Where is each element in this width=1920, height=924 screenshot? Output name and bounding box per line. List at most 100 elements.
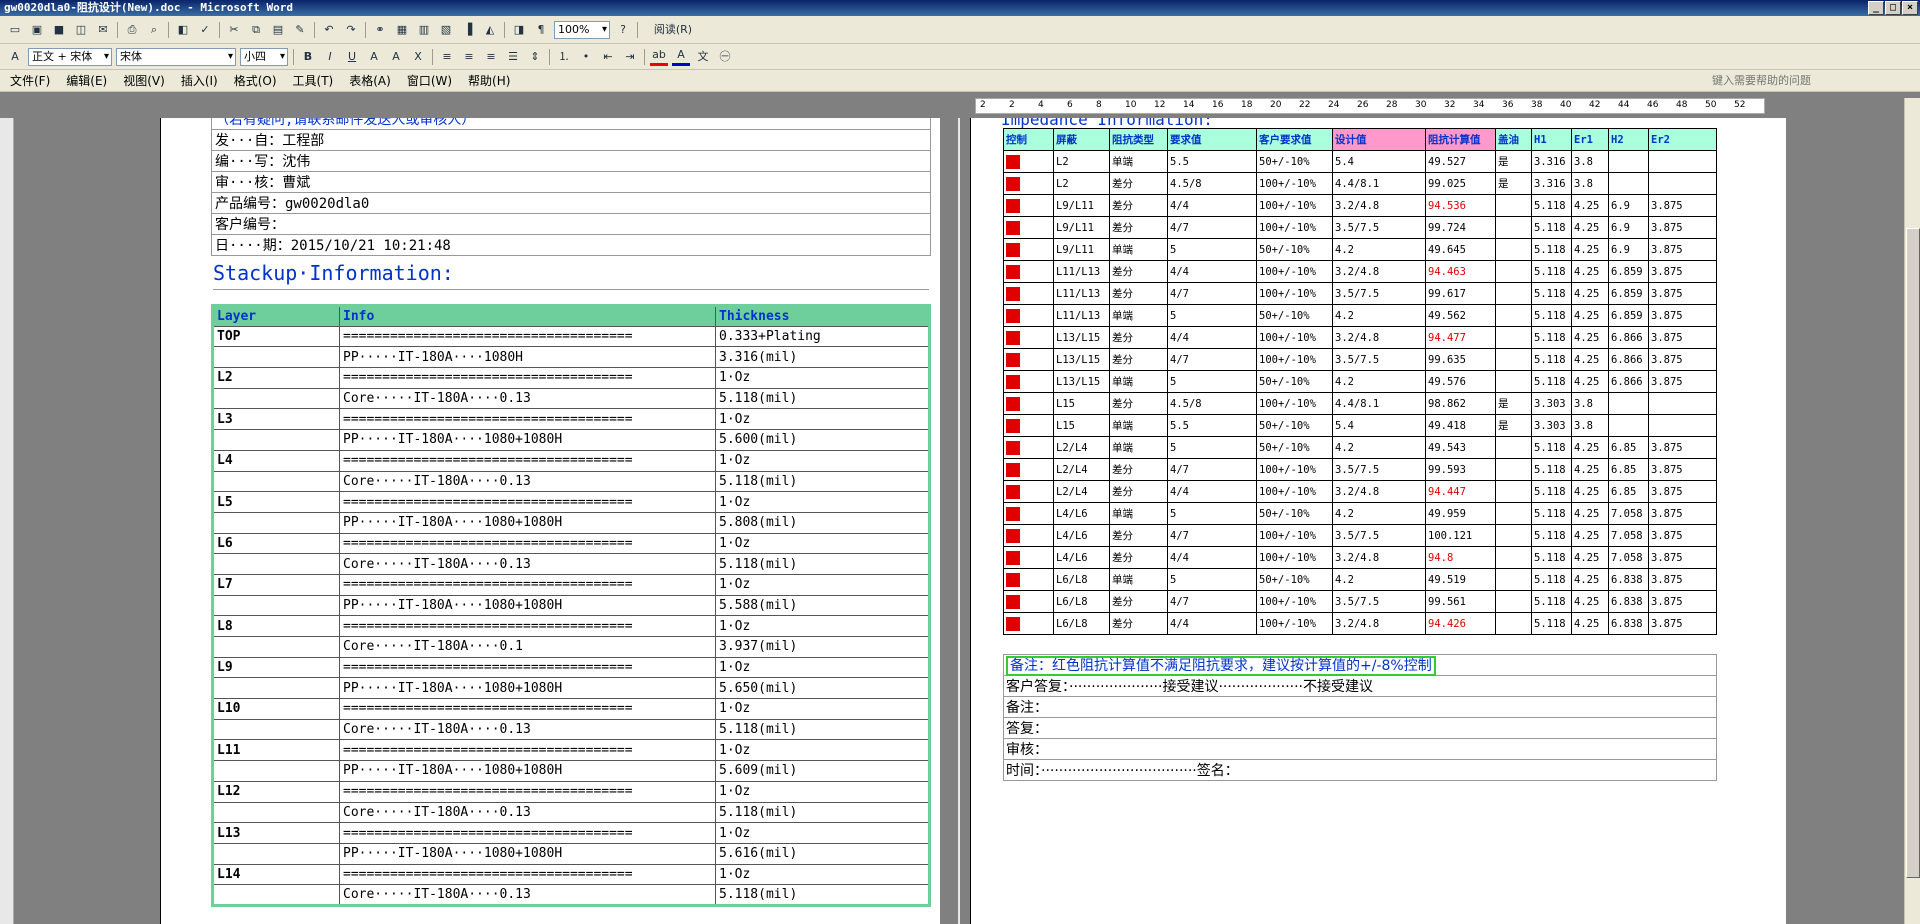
menu-insert[interactable]: 插入(I) [181,72,218,89]
imp-cell: L2/L4 [1053,458,1110,481]
align-left-icon[interactable]: ≡ [438,48,456,66]
bold-icon[interactable]: B [299,48,317,66]
imp-cell: 4.25 [1571,436,1609,459]
italic-icon[interactable]: I [321,48,339,66]
decrease-indent-icon[interactable]: ⇤ [599,48,617,66]
copy-icon[interactable]: ⧉ [247,21,265,39]
phonetic-icon[interactable]: 文 [694,48,712,66]
char-scale-icon[interactable]: X [409,48,427,66]
numbering-icon[interactable]: ⒈ [555,48,573,66]
cut-icon[interactable]: ✂ [225,21,243,39]
close-button[interactable]: × [1902,1,1918,15]
stackup-cell: 5.118(mil) [715,387,930,410]
insert-excel-icon[interactable]: ▧ [437,21,455,39]
menu-table[interactable]: 表格(A) [349,72,391,89]
imp-cell: 4/7 [1167,216,1257,239]
format-painter-icon[interactable]: ✎ [291,21,309,39]
char-border-icon[interactable]: A [365,48,383,66]
style-select[interactable]: 正文 + 宋体 [28,47,112,66]
bullets-icon[interactable]: • [577,48,595,66]
mail-icon[interactable]: ✉ [94,21,112,39]
stackup-cell [212,511,340,534]
paste-icon[interactable]: ▤ [269,21,287,39]
imp-cell: 100+/-10% [1256,524,1333,547]
help-icon[interactable]: ? [614,21,632,39]
minimize-button[interactable]: _ [1868,1,1884,15]
undo-icon[interactable]: ↶ [320,21,338,39]
spelling-icon[interactable]: ✓ [196,21,214,39]
print-icon[interactable]: ⎙ [123,21,141,39]
maximize-button[interactable]: □ [1885,1,1901,15]
imp-header: 控制 [1003,128,1054,151]
menu-help[interactable]: 帮助(H) [468,72,510,89]
distributed-icon[interactable]: ☰ [504,48,522,66]
char-shading-icon[interactable]: A [387,48,405,66]
imp-cell: 3.875 [1648,612,1717,635]
underline-icon[interactable]: U [343,48,361,66]
vertical-scrollbar[interactable] [1904,98,1920,924]
research-icon[interactable]: ◧ [174,21,192,39]
imp-cell: L2/L4 [1053,436,1110,459]
vertical-ruler-left[interactable] [0,118,14,924]
scrollbar-thumb[interactable] [1906,228,1920,878]
menu-tools[interactable]: 工具(T) [293,72,334,89]
line-spacing-icon[interactable]: ⇕ [526,48,544,66]
font-size-select[interactable]: 小四 [240,47,288,66]
imp-cell: 100+/-10% [1256,172,1333,195]
imp-row: L15 差分 4.5/8 100+/-10% 4.4/8.1 98.862 是 3.303 3.… [1003,392,1717,415]
increase-indent-icon[interactable]: ⇥ [621,48,639,66]
control-cell [1003,194,1054,217]
hyperlink-icon[interactable]: ⚭ [371,21,389,39]
imp-cell: L11/L13 [1053,260,1110,283]
imp-header: 屏蔽 [1053,128,1110,151]
enclose-char-icon[interactable]: ㊀ [716,48,734,66]
imp-cell: 3.2/4.8 [1332,194,1426,217]
font-select[interactable]: 宋体 [116,47,236,66]
read-button[interactable]: 阅读(R) [643,21,703,39]
highlight-icon[interactable]: ab [650,48,668,66]
left-document-pane[interactable]: （若有疑问,请联系邮件发送人或审核人） 发···自：工程部 编···写：沈伟 审···… [14,118,956,924]
insert-table-icon[interactable]: ▥ [415,21,433,39]
imp-cell [1495,568,1532,591]
control-cell [1003,524,1054,547]
redo-icon[interactable]: ↷ [342,21,360,39]
stackup-cell: L11 [212,739,340,762]
horizontal-ruler[interactable]: 2 2 4 6 8 10 12 14 16 18 20 22 24 26 28 30 32 34 36 38 40 42 4… [975,98,1765,114]
tables-borders-icon[interactable]: ▦ [393,21,411,39]
show-hide-icon[interactable]: ¶ [532,21,550,39]
ruler-label: 36 [1502,100,1514,110]
styles-icon[interactable]: A [6,48,24,66]
print-preview-icon[interactable]: ⌕ [145,21,163,39]
stackup-cell: Core·····IT-180A····0.1 [339,636,716,658]
imp-cell: 5.118 [1531,590,1572,613]
stackup-cell: PP·····IT-180A····1080+1080H [339,594,716,617]
menu-window[interactable]: 窗口(W) [407,72,452,89]
permission-icon[interactable]: ◫ [72,21,90,39]
menu-view[interactable]: 视图(V) [123,72,165,89]
new-doc-icon[interactable]: ▭ [6,21,24,39]
zoom-select[interactable]: 100% [554,20,610,39]
open-icon[interactable]: ▣ [28,21,46,39]
menu-file[interactable]: 文件(F) [10,72,50,89]
columns-icon[interactable]: ▐ [459,21,477,39]
font-color-icon[interactable]: A [672,48,690,66]
save-icon[interactable]: ■ [50,21,68,39]
doc-map-icon[interactable]: ◨ [510,21,528,39]
menu-format[interactable]: 格式(O) [234,72,277,89]
help-search-input[interactable] [1712,73,1892,89]
stackup-cell: 1·Oz [715,698,930,720]
right-document-pane[interactable]: Impedance Information: 控制 屏蔽 阻抗类型 要求值 客户要求值设… [960,118,1904,924]
control-cell [1003,348,1054,371]
align-center-icon[interactable]: ≡ [460,48,478,66]
drawing-icon[interactable]: ◭ [481,21,499,39]
stackup-table: Layer Info Thickness TOP ===================… [211,304,931,907]
imp-cell: 4.25 [1571,326,1609,349]
stackup-cell: ===================================== [339,573,716,596]
imp-cell: 49.418 [1425,414,1496,437]
stackup-cell: ===================================== [339,367,716,389]
control-marker [1006,198,1020,213]
align-right-icon[interactable]: ≡ [482,48,500,66]
imp-cell: 3.875 [1648,304,1717,327]
imp-cell: 4.5/8 [1167,172,1257,195]
menu-edit[interactable]: 编辑(E) [66,72,107,89]
